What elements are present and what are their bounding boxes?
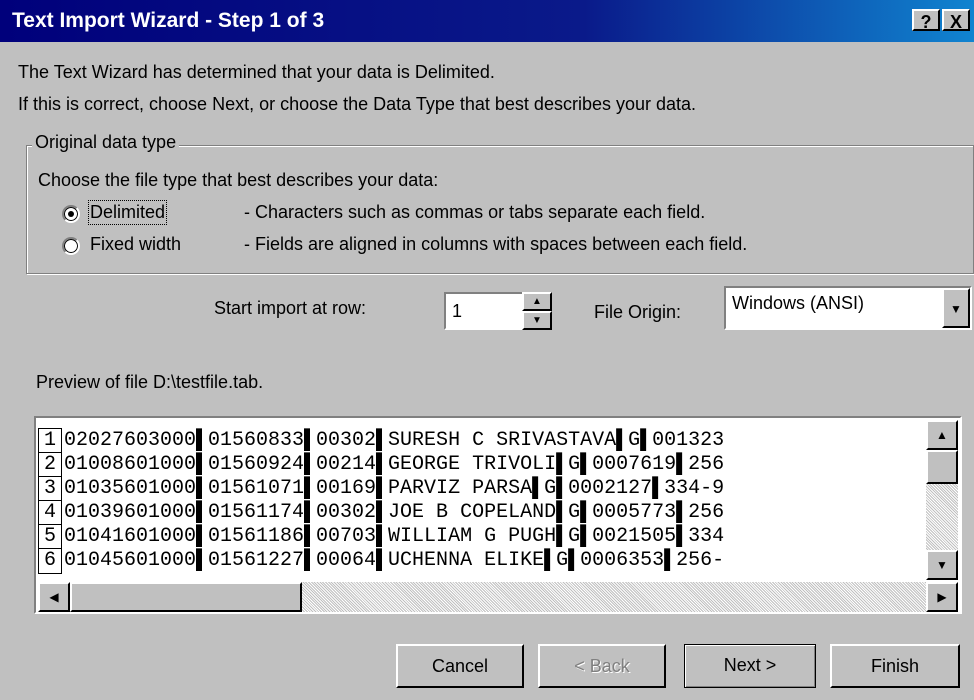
fixed-width-label[interactable]: Fixed width [90,234,181,255]
preview-row-text: 01008601000▌01560924▌00214▌GEORGE TRIVOL… [64,453,725,476]
preview-row-text: 01039601000▌01561174▌00302▌JOE B COPELAN… [64,501,725,524]
preview-row-number: 1 [38,428,62,454]
preview-row-number: 4 [38,500,62,526]
spin-up-arrow-icon[interactable]: ▲ [522,292,552,311]
preview-rows: 1 02027603000▌01560833▌00302▌SURESH C SRI… [38,420,924,580]
preview-row: 2 01008601000▌01560924▌00214▌GEORGE TRIVO… [38,452,924,478]
help-button[interactable]: ? [912,9,940,32]
horizontal-scroll-thumb[interactable] [70,582,302,612]
scroll-left-arrow-icon[interactable]: ◀ [38,582,70,612]
preview-row: 5 01041601000▌01561186▌00703▌WILLIAM G PU… [38,524,924,550]
preview-row-number: 3 [38,476,62,502]
finish-button[interactable]: Finish [830,644,960,688]
next-button-label: Next > [723,655,777,675]
start-row-value: 1 [452,301,463,321]
text-import-wizard-dialog: Text Import Wizard - Step 1 of 3 ? X The… [0,0,974,700]
scroll-up-arrow-icon[interactable]: ▲ [926,420,958,450]
intro-line-1: The Text Wizard has determined that your… [18,62,495,82]
preview-row-text: 01035601000▌01561071▌00169▌PARVIZ PARSA▌… [64,477,725,500]
file-type-prompt: Choose the file type that best describes… [38,170,439,190]
intro-line-2: If this is correct, choose Next, or choo… [18,94,697,114]
scroll-right-arrow-icon[interactable]: ▶ [926,582,958,612]
back-button-label: < Back [574,656,630,676]
close-button[interactable]: X [942,9,970,32]
preview-row: 1 02027603000▌01560833▌00302▌SURESH C SRI… [38,428,924,454]
start-row-spinner[interactable]: ▲ ▼ [522,292,552,330]
finish-button-label: Finish [870,656,919,676]
cancel-button[interactable]: Cancel [396,644,524,688]
preview-row: 4 01039601000▌01561174▌00302▌JOE B COPELA… [38,500,924,526]
preview-row-number: 6 [38,548,62,574]
start-import-label: Start import at row: [214,298,367,318]
fixed-width-radio[interactable] [62,237,80,255]
preview-row-text: 01045601000▌01561227▌00064▌UCHENNA ELIKE… [64,549,725,572]
preview-vertical-scrollbar[interactable]: ▲ ▼ [926,420,958,580]
cancel-button-label: Cancel [431,656,489,676]
delimited-description: - Characters such as commas or tabs sepa… [244,202,706,222]
file-preview-pane[interactable]: 1 02027603000▌01560833▌00302▌SURESH C SRI… [34,416,962,614]
title-bar: Text Import Wizard - Step 1 of 3 ? X [0,0,974,42]
original-data-type-legend: Original data type [32,132,180,153]
preview-row-number: 2 [38,452,62,478]
preview-row-number: 5 [38,524,62,550]
file-origin-value: Windows (ANSI) [732,293,865,313]
preview-row-text: 01041601000▌01561186▌00703▌WILLIAM G PUG… [64,525,725,548]
file-origin-select[interactable]: Windows (ANSI) ▼ [724,286,972,330]
window-title: Text Import Wizard - Step 1 of 3 [12,9,325,32]
spin-down-arrow-icon[interactable]: ▼ [522,311,552,330]
next-button[interactable]: Next > [684,644,816,688]
start-row-input[interactable]: 1 [444,292,524,330]
dropdown-arrow-icon[interactable]: ▼ [942,288,970,328]
preview-row: 3 01035601000▌01561071▌00169▌PARVIZ PARSA… [38,476,924,502]
delimited-label[interactable]: Delimited [87,200,168,225]
back-button[interactable]: < Back [538,644,666,688]
file-origin-label: File Origin: [594,302,682,322]
preview-label: Preview of file D:\testfile.tab. [36,372,264,392]
scroll-down-arrow-icon[interactable]: ▼ [926,550,958,580]
vertical-scroll-thumb[interactable] [926,450,958,484]
preview-row: 6 01045601000▌01561227▌00064▌UCHENNA ELIK… [38,548,924,574]
preview-horizontal-scrollbar[interactable]: ◀ ▶ [38,582,958,612]
preview-row-text: 02027603000▌01560833▌00302▌SURESH C SRIV… [64,429,725,452]
delimited-radio[interactable] [62,205,80,223]
fixed-width-description: - Fields are aligned in columns with spa… [244,234,748,254]
